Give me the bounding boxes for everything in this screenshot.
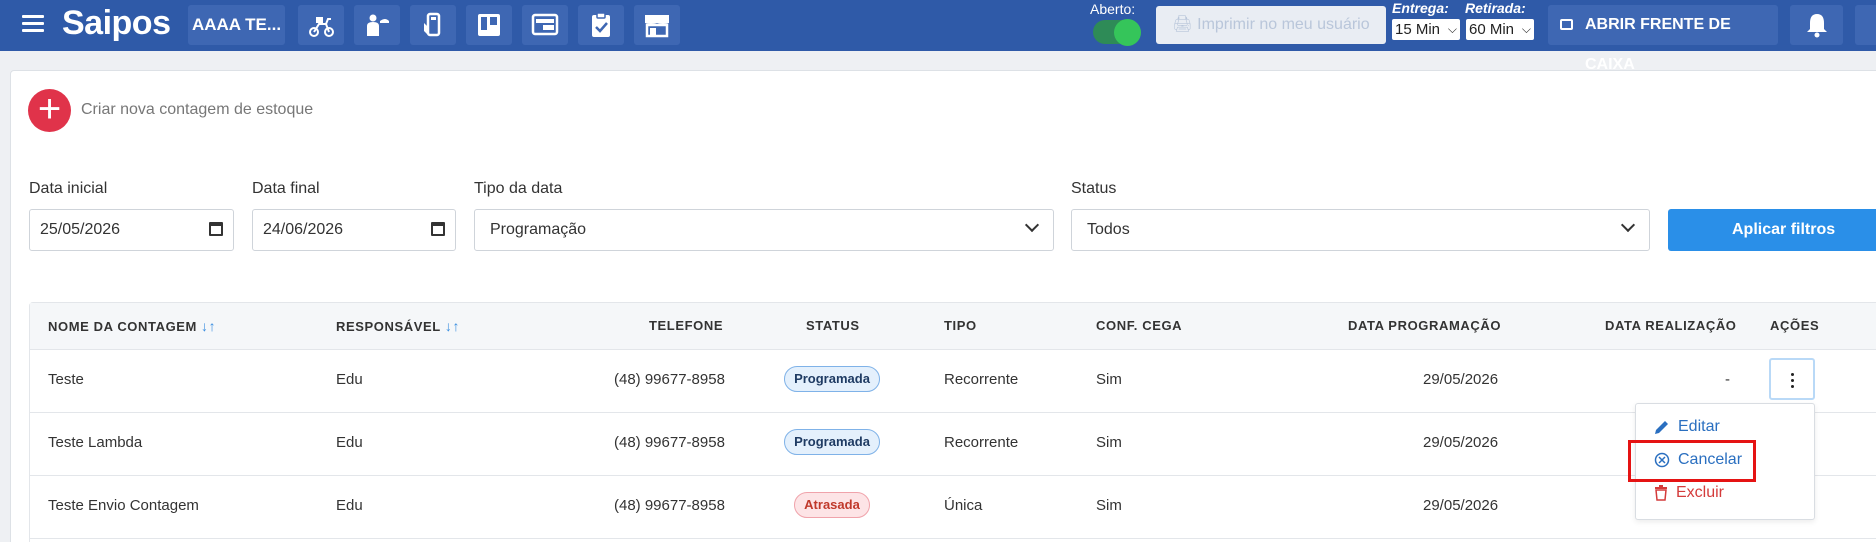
stock-count-table: NOME DA CONTAGEM ↓↑ RESPONSÁVEL ↓↑ TELEFON…	[29, 302, 1876, 542]
print-button[interactable]: 🖨 Imprimir no meu usuário	[1156, 6, 1386, 44]
cell-nome: Teste Lambda	[48, 434, 143, 451]
cell-nome: Teste	[48, 371, 84, 388]
cell-data-realizacao: -	[1725, 371, 1730, 388]
status-filter-select[interactable]: Todos	[1071, 209, 1650, 251]
start-date-value: 25/05/2026	[40, 221, 121, 238]
date-type-select[interactable]: Programação	[474, 209, 1054, 251]
top-bar: Saipos AAAA TE... Aberto: 🖨 Imprimir no …	[0, 0, 1876, 73]
card-icon	[1560, 19, 1573, 30]
date-type-value: Programação	[490, 221, 587, 238]
start-date-input[interactable]: 25/05/2026	[29, 209, 234, 251]
menu-item-edit-label: Editar	[1678, 418, 1720, 435]
open-cash-register-button[interactable]: ABRIR FRENTE DE CAIXA	[1548, 5, 1778, 73]
cell-telefone: (48) 99677-8958	[614, 434, 725, 451]
cell-responsavel: Edu	[336, 434, 363, 451]
header-responsavel[interactable]: RESPONSÁVEL ↓↑	[336, 318, 460, 334]
delivery-moto-icon[interactable]	[298, 5, 344, 45]
kanban-icon[interactable]	[466, 5, 512, 45]
header-tipo: TIPO	[944, 318, 977, 333]
create-count-button[interactable]: +	[28, 89, 71, 132]
menu-item-delete-label: Excluir	[1676, 484, 1725, 501]
status-badge: Programada	[784, 429, 880, 455]
cell-tipo: Única	[944, 497, 983, 514]
phone-order-icon[interactable]	[410, 5, 456, 45]
header-nome-label: NOME DA CONTAGEM	[48, 319, 197, 334]
cell-conf-cega: Sim	[1096, 371, 1122, 388]
table-row: Teste Edu (48) 99677-8958 Programada Rec…	[30, 350, 1876, 413]
bell-icon	[1806, 14, 1827, 38]
table-row: Teste Envio Contagem Edu (48) 99677-8958…	[30, 476, 1876, 539]
end-date-input[interactable]: 24/06/2026	[252, 209, 456, 251]
cell-telefone: (48) 99677-8958	[614, 497, 725, 514]
end-date-label: Data final	[252, 180, 320, 197]
waiter-icon[interactable]	[354, 5, 400, 45]
header-data-realizacao: DATA REALIZAÇÃO	[1605, 318, 1737, 333]
cell-responsavel: Edu	[336, 497, 363, 514]
sort-icon[interactable]: ↓↑	[201, 318, 216, 334]
cell-conf-cega: Sim	[1096, 434, 1122, 451]
cell-data-programacao: 29/05/2026	[1423, 434, 1499, 451]
calendar-icon[interactable]	[431, 222, 445, 236]
cell-data-programacao: 29/05/2026	[1423, 497, 1499, 514]
menu-item-delete[interactable]: Excluir	[1654, 484, 1724, 502]
sort-icon[interactable]: ↓↑	[445, 318, 460, 334]
open-cash-register-label: ABRIR FRENTE DE CAIXA	[1585, 16, 1731, 73]
user-menu-button[interactable]	[1855, 5, 1876, 45]
kebab-menu-icon	[1791, 373, 1795, 391]
calendar-icon[interactable]	[209, 222, 223, 236]
status-filter-label: Status	[1071, 180, 1117, 197]
cell-data-programacao: 29/05/2026	[1423, 371, 1499, 388]
date-type-label: Tipo da data	[474, 180, 563, 197]
menu-icon[interactable]	[22, 15, 44, 33]
header-status: STATUS	[806, 318, 860, 333]
open-status-toggle[interactable]	[1093, 19, 1141, 46]
create-count-label[interactable]: Criar nova contagem de estoque	[81, 101, 313, 119]
status-filter-value: Todos	[1087, 221, 1130, 238]
delivery-time-value: 15 Min	[1395, 21, 1441, 38]
open-status-label: Aberto:	[1090, 1, 1136, 17]
delivery-time-label: Entrega:	[1392, 0, 1449, 16]
trash-icon	[1655, 485, 1667, 501]
toggle-knob	[1114, 19, 1141, 46]
header-data-programacao: DATA PROGRAMAÇÃO	[1348, 318, 1502, 333]
pencil-icon	[1655, 421, 1668, 434]
store-selector-button[interactable]: AAAA TE...	[188, 5, 285, 45]
header-responsavel-label: RESPONSÁVEL	[336, 319, 441, 334]
cell-conf-cega: Sim	[1096, 497, 1122, 514]
cell-tipo: Recorrente	[944, 434, 1019, 451]
delivery-time-select[interactable]: 15 Min ⌵	[1392, 19, 1460, 40]
chevron-down-icon: ⌵	[1447, 22, 1457, 36]
cell-telefone: (48) 99677-8958	[614, 371, 725, 388]
end-date-value: 24/06/2026	[263, 221, 344, 238]
pickup-time-label: Retirada:	[1465, 0, 1526, 16]
menu-item-edit[interactable]: Editar	[1654, 418, 1720, 436]
status-badge: Atrasada	[794, 492, 870, 518]
notifications-button[interactable]	[1790, 5, 1843, 45]
chevron-down-icon	[1024, 217, 1040, 233]
pickup-time-select[interactable]: 60 Min ⌵	[1466, 19, 1534, 40]
table-icon[interactable]	[522, 5, 568, 45]
header-conf-cega: CONF. CEGA	[1096, 318, 1183, 333]
pickup-time-value: 60 Min	[1469, 21, 1515, 38]
cell-tipo: Recorrente	[944, 371, 1019, 388]
header-telefone: TELEFONE	[649, 318, 724, 333]
start-date-label: Data inicial	[29, 180, 108, 197]
table-header: NOME DA CONTAGEM ↓↑ RESPONSÁVEL ↓↑ TELEFON…	[30, 303, 1876, 350]
row-actions-button[interactable]	[1769, 358, 1815, 400]
header-nome[interactable]: NOME DA CONTAGEM ↓↑	[48, 318, 216, 334]
status-badge: Programada	[784, 366, 880, 392]
table-row: Teste Lambda Edu (48) 99677-8958 Program…	[30, 413, 1876, 476]
checklist-icon[interactable]	[578, 5, 624, 45]
cell-responsavel: Edu	[336, 371, 363, 388]
app-logo[interactable]: Saipos	[62, 4, 171, 43]
highlight-box	[1628, 440, 1756, 482]
chevron-down-icon	[1620, 217, 1636, 233]
print-button-label: Imprimir no meu usuário	[1197, 16, 1370, 33]
chevron-down-icon: ⌵	[1521, 22, 1531, 36]
cell-nome: Teste Envio Contagem	[48, 497, 199, 514]
apply-filters-button[interactable]: Aplicar filtros	[1668, 209, 1876, 251]
store-icon[interactable]	[634, 5, 680, 45]
header-acoes: AÇÕES	[1770, 318, 1820, 333]
